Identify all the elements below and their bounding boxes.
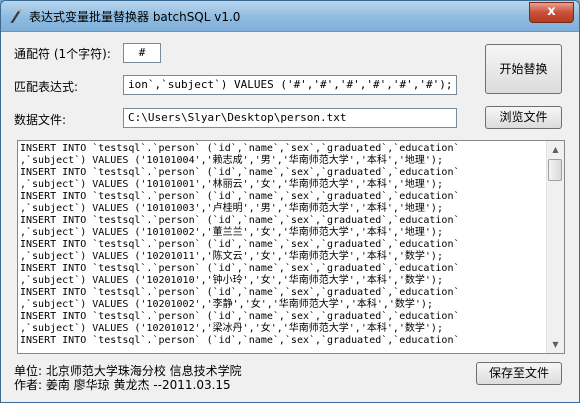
output-line: ,`subject`) VALUES ('10201010','钟小玲','女'… — [20, 275, 443, 286]
wildcard-input[interactable]: # — [123, 43, 161, 63]
output-line: INSERT INTO `testsql`.`person` (`id`,`na… — [20, 167, 460, 178]
close-button[interactable]: x — [529, 2, 574, 23]
pattern-label: 匹配表达式: — [14, 80, 79, 94]
output-line: INSERT INTO `testsql`.`person` (`id`,`na… — [20, 191, 460, 202]
title-bar[interactable]: 表达式变量批量替换器 batchSQL v1.0 x — [1, 1, 579, 32]
output-line: INSERT INTO `testsql`.`person` (`id`,`na… — [20, 335, 460, 346]
close-icon: x — [547, 4, 556, 19]
output-line: INSERT INTO `testsql`.`person` (`id`,`na… — [20, 143, 460, 154]
output-line: ,`subject`) VALUES ('10201012','梁冰丹','女'… — [20, 323, 443, 334]
scroll-up-icon[interactable]: ▲ — [547, 141, 564, 158]
output-line: ,`subject`) VALUES ('10101001','林丽云','女'… — [20, 179, 443, 190]
output-line: ,`subject`) VALUES ('10101003','卢桂明','男'… — [20, 203, 443, 214]
output-line: ,`subject`) VALUES ('10101002','董兰兰','女'… — [20, 227, 443, 238]
window-title: 表达式变量批量替换器 batchSQL v1.0 — [29, 10, 241, 24]
output-line: ,`subject`) VALUES ('10201002','李静','女',… — [20, 299, 433, 310]
output-line: INSERT INTO `testsql`.`person` (`id`,`na… — [20, 287, 460, 298]
client-area: 通配符 (1个字符): # 匹配表达式: ion`,`subject`) VAL… — [8, 32, 572, 396]
output-line: ,`subject`) VALUES ('10101004','赖志成','男'… — [20, 155, 443, 166]
wildcard-label: 通配符 (1个字符): — [14, 47, 111, 61]
author-label: 作者: 姜南 廖华琼 黄龙杰 --2011.03.15 — [14, 378, 231, 392]
datafile-input[interactable]: C:\Users\Slyar\Desktop\person.txt — [123, 108, 457, 128]
output-text: INSERT INTO `testsql`.`person` (`id`,`na… — [20, 143, 545, 347]
pattern-input[interactable]: ion`,`subject`) VALUES ('#','#','#','#',… — [123, 75, 457, 95]
vertical-scrollbar[interactable]: ▲ ▼ — [546, 141, 564, 353]
output-line: INSERT INTO `testsql`.`person` (`id`,`na… — [20, 215, 460, 226]
scroll-thumb[interactable] — [548, 159, 562, 181]
output-textarea[interactable]: INSERT INTO `testsql`.`person` (`id`,`na… — [17, 140, 565, 354]
output-line: ,`subject`) VALUES ('10201011','陈文云','女'… — [20, 251, 443, 262]
output-line: INSERT INTO `testsql`.`person` (`id`,`na… — [20, 311, 460, 322]
browse-file-button[interactable]: 浏览文件 — [485, 106, 562, 129]
scroll-down-icon[interactable]: ▼ — [547, 336, 564, 353]
output-line: INSERT INTO `testsql`.`person` (`id`,`na… — [20, 239, 460, 250]
save-to-file-button[interactable]: 保存至文件 — [476, 362, 562, 385]
datafile-label: 数据文件: — [14, 113, 67, 127]
output-line: INSERT INTO `testsql`.`person` (`id`,`na… — [20, 263, 460, 274]
app-icon — [10, 9, 22, 23]
start-replace-button[interactable]: 开始替换 — [485, 44, 562, 94]
app-window: 表达式变量批量替换器 batchSQL v1.0 x 通配符 (1个字符): #… — [0, 0, 580, 403]
